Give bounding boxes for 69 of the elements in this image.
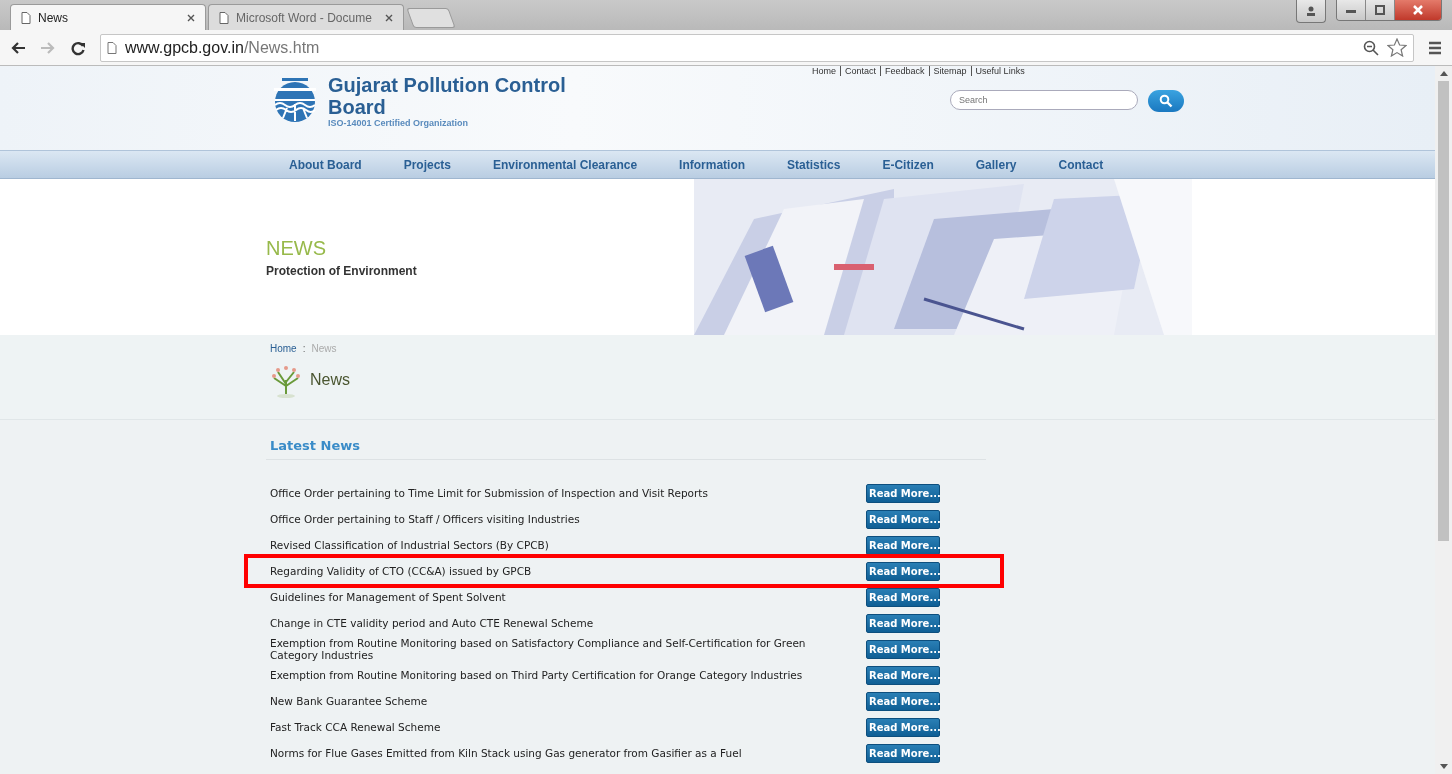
- address-bar[interactable]: www.gpcb.gov.in/News.htm: [100, 33, 1414, 62]
- zoom-icon[interactable]: [1363, 39, 1379, 56]
- read-more-button[interactable]: Read More...: [866, 483, 940, 503]
- banner-title: NEWS: [266, 236, 327, 260]
- tab-title: News: [38, 10, 69, 25]
- search-button[interactable]: [1148, 90, 1184, 112]
- news-title[interactable]: Norms for Flue Gases Emitted from Kiln Stack using Gas generator from Gasifier as a Fuel: [270, 747, 850, 759]
- news-title[interactable]: Regarding Validity of CTO (CC&A) issued by GPCB: [270, 565, 850, 577]
- header-link[interactable]: Useful Links: [970, 66, 1025, 76]
- read-more-button[interactable]: Read More...: [866, 639, 940, 659]
- nav-link[interactable]: About Board: [289, 157, 362, 172]
- organization-name: Gujarat Pollution Control Board: [328, 74, 567, 118]
- nav-link[interactable]: Information: [679, 157, 746, 172]
- news-title[interactable]: Fast Track CCA Renewal Scheme: [270, 721, 850, 733]
- menu-icon[interactable]: [1428, 40, 1442, 55]
- nav-link[interactable]: Projects: [403, 157, 451, 172]
- header-link[interactable]: Feedback: [880, 66, 925, 76]
- scrollbar-thumb[interactable]: [1438, 81, 1449, 541]
- read-more-button[interactable]: Read More...: [866, 691, 940, 711]
- page-icon: [21, 11, 31, 24]
- breadcrumb-separator: :: [302, 343, 306, 354]
- header-link[interactable]: Contact: [840, 66, 877, 76]
- section-title: Latest News: [266, 438, 986, 460]
- news-title[interactable]: Office Order pertaining to Staff / Officers visiting Industries: [270, 513, 850, 525]
- read-more-button[interactable]: Read More...: [866, 535, 940, 555]
- read-more-button[interactable]: Read More...: [866, 613, 940, 633]
- banner-subtitle: Protection of Environment: [266, 263, 417, 278]
- scroll-up-icon[interactable]: [1439, 71, 1448, 76]
- search-field[interactable]: Search: [950, 90, 1138, 110]
- page-icon: [107, 41, 117, 54]
- news-title[interactable]: Exemption from Routine Monitoring based on Third Party Certification for Orange Category Industries: [270, 669, 850, 681]
- back-icon[interactable]: [10, 40, 26, 55]
- search-icon: [1159, 94, 1173, 108]
- page-icon: [219, 11, 229, 24]
- scrollbar[interactable]: [1435, 66, 1452, 774]
- tab-title: Microsoft Word - Docume: [236, 10, 373, 25]
- breadcrumb-link[interactable]: Home: [270, 343, 297, 354]
- read-more-button[interactable]: Read More...: [866, 743, 940, 763]
- close-icon[interactable]: [385, 13, 393, 22]
- restore-icon[interactable]: [1366, 0, 1395, 20]
- user-icon[interactable]: [1296, 0, 1326, 23]
- read-more-button[interactable]: Read More...: [866, 717, 940, 737]
- nav-link[interactable]: Statistics: [787, 157, 841, 172]
- page-title: News: [310, 371, 350, 389]
- nav-link[interactable]: E-Citizen: [882, 157, 934, 172]
- url-text: www.gpcb.gov.in/News.htm: [125, 38, 320, 57]
- reload-icon[interactable]: [70, 39, 86, 56]
- star-icon[interactable]: [1387, 38, 1407, 57]
- nav-link[interactable]: Contact: [1058, 157, 1104, 172]
- browser-tab[interactable]: Microsoft Word - Docume: [208, 4, 404, 30]
- header-link[interactable]: Sitemap: [928, 66, 967, 76]
- minimize-icon[interactable]: [1337, 0, 1366, 20]
- news-title[interactable]: Guidelines for Management of Spent Solvent: [270, 591, 850, 603]
- news-title[interactable]: Exemption from Routine Monitoring based on Satisfactory Compliance and Self-Certification for Green Category Industries: [270, 637, 850, 661]
- news-title[interactable]: Revised Classification of Industrial Sectors (By CPCB): [270, 539, 850, 551]
- nav-link[interactable]: Environmental Clearance: [493, 157, 638, 172]
- tagline: ISO-14001 Certified Organization: [328, 118, 470, 128]
- scroll-down-icon[interactable]: [1439, 764, 1448, 769]
- read-more-button[interactable]: Read More...: [866, 509, 940, 529]
- news-title[interactable]: New Bank Guarantee Scheme: [270, 695, 850, 707]
- news-title[interactable]: Office Order pertaining to Time Limit for Submission of Inspection and Visit Reports: [270, 487, 850, 499]
- browser-tab[interactable]: News: [10, 4, 206, 30]
- close-icon[interactable]: [187, 13, 195, 22]
- header-link[interactable]: Home: [812, 66, 836, 76]
- nav-link[interactable]: Gallery: [975, 157, 1017, 172]
- close-icon[interactable]: [1395, 0, 1441, 20]
- news-title[interactable]: Change in CTE validity period and Auto CTE Renewal Scheme: [270, 617, 850, 629]
- read-more-button[interactable]: Read More...: [866, 561, 940, 581]
- read-more-button[interactable]: Read More...: [866, 665, 940, 685]
